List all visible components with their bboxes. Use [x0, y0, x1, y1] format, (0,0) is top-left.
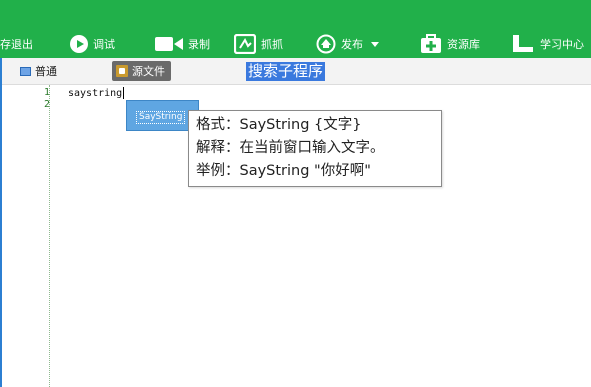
code-line-1[interactable]: saystring: [68, 87, 125, 99]
text-cursor: [123, 87, 125, 99]
search-subroutine-input[interactable]: 搜索子程序: [246, 61, 334, 81]
debug-button[interactable]: 调试: [70, 33, 115, 55]
tab-normal-label: 普通: [35, 65, 57, 78]
learning-center-label: 学习中心: [540, 38, 584, 51]
publish-label: 发布: [341, 38, 363, 51]
publish-dropdown-icon[interactable]: [371, 41, 379, 47]
grab-icon: [234, 34, 256, 54]
grab-button[interactable]: 抓抓: [234, 33, 283, 55]
command-help-tooltip: 格式：SayString {文字} 解释：在当前窗口输入文字。 举例：SaySt…: [188, 110, 442, 187]
tooltip-format-line: 格式：SayString {文字}: [196, 117, 362, 133]
tooltip-example-line: 举例：SayString "你好啊": [196, 163, 371, 179]
code-text: saystring: [68, 87, 123, 99]
resource-library-icon: [421, 34, 441, 53]
tab-normal[interactable]: 普通: [20, 61, 57, 81]
resource-library-label: 资源库: [447, 38, 480, 51]
line-number-gutter: [2, 85, 50, 387]
publish-button[interactable]: 发布: [316, 33, 379, 55]
record-button[interactable]: 录制: [155, 33, 210, 55]
normal-view-icon: [20, 66, 31, 76]
save-exit-label: 存退出: [0, 38, 33, 51]
grab-label: 抓抓: [261, 38, 283, 51]
learning-center-button[interactable]: 学习中心: [511, 33, 584, 55]
line-number: 1: [43, 87, 50, 98]
record-label: 录制: [188, 38, 210, 51]
learning-center-icon: [513, 35, 533, 52]
tooltip-explain-line: 解释：在当前窗口输入文字。: [196, 140, 385, 156]
tab-source-label: 源文件: [132, 65, 165, 78]
source-file-icon: [116, 65, 128, 77]
line-number: 2: [43, 99, 50, 110]
publish-icon: [316, 34, 336, 54]
play-circle-icon: [70, 35, 88, 53]
toolbar: 存退出 调试 录制 抓抓 发布 资源库 学习中心: [0, 0, 591, 58]
autocomplete-item[interactable]: SayString: [136, 111, 186, 124]
resource-library-button[interactable]: 资源库: [420, 33, 480, 55]
video-camera-icon: [155, 37, 183, 51]
tab-strip: 普通 源文件 搜索子程序: [2, 58, 591, 85]
search-subroutine-text: 搜索子程序: [246, 61, 326, 81]
save-exit-button[interactable]: 存退出: [0, 33, 33, 55]
debug-label: 调试: [93, 38, 115, 51]
tab-source-file[interactable]: 源文件: [112, 61, 171, 81]
